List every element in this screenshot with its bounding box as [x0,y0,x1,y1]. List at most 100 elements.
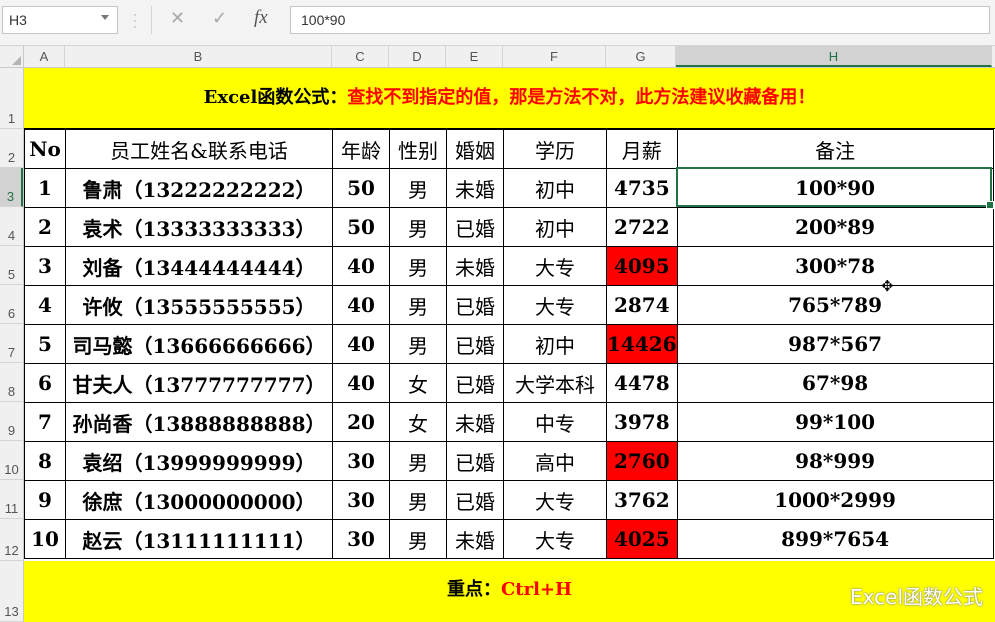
cell-education[interactable]: 大专 [503,480,607,520]
cell-age[interactable]: 50 [332,207,390,247]
cell-marital[interactable]: 已婚 [446,324,504,364]
cell-education[interactable]: 大专 [503,519,607,559]
name-box[interactable]: H3 [2,6,118,34]
row-header-8[interactable]: 8 [0,363,23,402]
cell-age[interactable]: 40 [332,285,390,325]
header-cell-salary[interactable]: 月薪 [606,129,678,169]
check-icon[interactable]: ✓ [212,8,227,29]
cell-salary[interactable]: 14426 [606,324,678,364]
cell-education[interactable]: 初中 [503,207,607,247]
cell-gender[interactable]: 男 [389,168,447,208]
cell-name[interactable]: 许攸（13555555555） [65,285,333,325]
cell-name[interactable]: 鲁肃（13222222222） [65,168,333,208]
row-header-12[interactable]: 12 [0,519,23,561]
cell-no[interactable]: 4 [24,285,66,325]
cell-no[interactable]: 6 [24,363,66,403]
select-all-button[interactable] [0,46,24,67]
cell-marital[interactable]: 已婚 [446,363,504,403]
column-header-h[interactable]: H [676,46,992,67]
cell-name[interactable]: 徐庶（13000000000） [65,480,333,520]
row-header-7[interactable]: 7 [0,324,23,363]
cell-name[interactable]: 孙尚香（13888888888） [65,402,333,442]
cell-age[interactable]: 30 [332,480,390,520]
cell-salary[interactable]: 4095 [606,246,678,286]
row-header-9[interactable]: 9 [0,402,23,441]
formula-input[interactable]: 100*90 [290,6,990,34]
cell-marital[interactable]: 未婚 [446,402,504,442]
cell-salary[interactable]: 4735 [606,168,678,208]
cell-name[interactable]: 甘夫人（13777777777） [65,363,333,403]
insert-function-icon[interactable]: fx [254,7,268,29]
cell-marital[interactable]: 未婚 [446,168,504,208]
cell-gender[interactable]: 男 [389,207,447,247]
cell-salary[interactable]: 4478 [606,363,678,403]
row-header-13[interactable]: 13 [0,561,23,622]
cell-marital[interactable]: 已婚 [446,441,504,481]
cell-name[interactable]: 刘备（13444444444） [65,246,333,286]
cell-name[interactable]: 司马懿（13666666666） [65,324,333,364]
cell-note[interactable]: 1000*2999 [676,480,994,520]
cell-salary[interactable]: 3978 [606,402,678,442]
header-cell-gender[interactable]: 性别 [389,129,447,169]
cell-name[interactable]: 袁术（13333333333） [65,207,333,247]
cell-no[interactable]: 2 [24,207,66,247]
cell-note[interactable]: 200*89 [676,207,994,247]
header-cell-education[interactable]: 学历 [503,129,607,169]
cell-note[interactable]: 100*90 [676,168,994,208]
cell-age[interactable]: 40 [332,363,390,403]
cell-name[interactable]: 赵云（13111111111） [65,519,333,559]
cell-age[interactable]: 20 [332,402,390,442]
cell-gender[interactable]: 男 [389,324,447,364]
cell-age[interactable]: 50 [332,168,390,208]
cell-gender[interactable]: 男 [389,246,447,286]
cell-gender[interactable]: 男 [389,441,447,481]
cell-gender[interactable]: 男 [389,285,447,325]
cell-note[interactable]: 899*7654 [676,519,994,559]
close-icon[interactable]: ✕ [170,8,185,29]
cell-salary[interactable]: 4025 [606,519,678,559]
cell-no[interactable]: 8 [24,441,66,481]
cell-note[interactable]: 67*98 [676,363,994,403]
cell-marital[interactable]: 未婚 [446,246,504,286]
cell-education[interactable]: 高中 [503,441,607,481]
column-header-f[interactable]: F [503,46,606,67]
chevron-down-icon[interactable] [101,15,109,20]
cell-no[interactable]: 5 [24,324,66,364]
cell-no[interactable]: 10 [24,519,66,559]
cell-gender[interactable]: 男 [389,519,447,559]
cell-salary[interactable]: 2760 [606,441,678,481]
cell-gender[interactable]: 女 [389,363,447,403]
cell-marital[interactable]: 已婚 [446,480,504,520]
cell-marital[interactable]: 已婚 [446,285,504,325]
cell-salary[interactable]: 2722 [606,207,678,247]
cell-education[interactable]: 初中 [503,324,607,364]
column-header-c[interactable]: C [332,46,389,67]
cell-age[interactable]: 30 [332,441,390,481]
header-cell-no[interactable]: No [24,129,66,169]
column-header-d[interactable]: D [389,46,446,67]
cell-note[interactable]: 98*999 [676,441,994,481]
row-header-5[interactable]: 5 [0,246,23,285]
cell-no[interactable]: 7 [24,402,66,442]
row-header-1[interactable]: 1 [0,68,23,129]
row-header-10[interactable]: 10 [0,441,23,480]
sheet-title[interactable]: Excel函数公式：查找不到指定的值，那是方法不对，此方法建议收藏备用！ [24,68,995,129]
header-cell-age[interactable]: 年龄 [332,129,390,169]
cell-marital[interactable]: 已婚 [446,207,504,247]
cell-salary[interactable]: 2874 [606,285,678,325]
row-header-11[interactable]: 11 [0,480,23,519]
cell-age[interactable]: 40 [332,324,390,364]
cell-education[interactable]: 大专 [503,285,607,325]
column-header-e[interactable]: E [446,46,503,67]
row-header-6[interactable]: 6 [0,285,23,324]
row-header-2[interactable]: 2 [0,129,23,168]
cell-note[interactable]: 99*100 [676,402,994,442]
row-header-3[interactable]: 3 [0,168,23,207]
header-cell-note[interactable]: 备注 [676,129,994,169]
column-header-b[interactable]: B [65,46,332,67]
header-cell-name[interactable]: 员工姓名&联系电话 [65,129,333,169]
cell-note[interactable]: 300*78 [676,246,994,286]
cell-no[interactable]: 3 [24,246,66,286]
cell-education[interactable]: 中专 [503,402,607,442]
cell-gender[interactable]: 女 [389,402,447,442]
